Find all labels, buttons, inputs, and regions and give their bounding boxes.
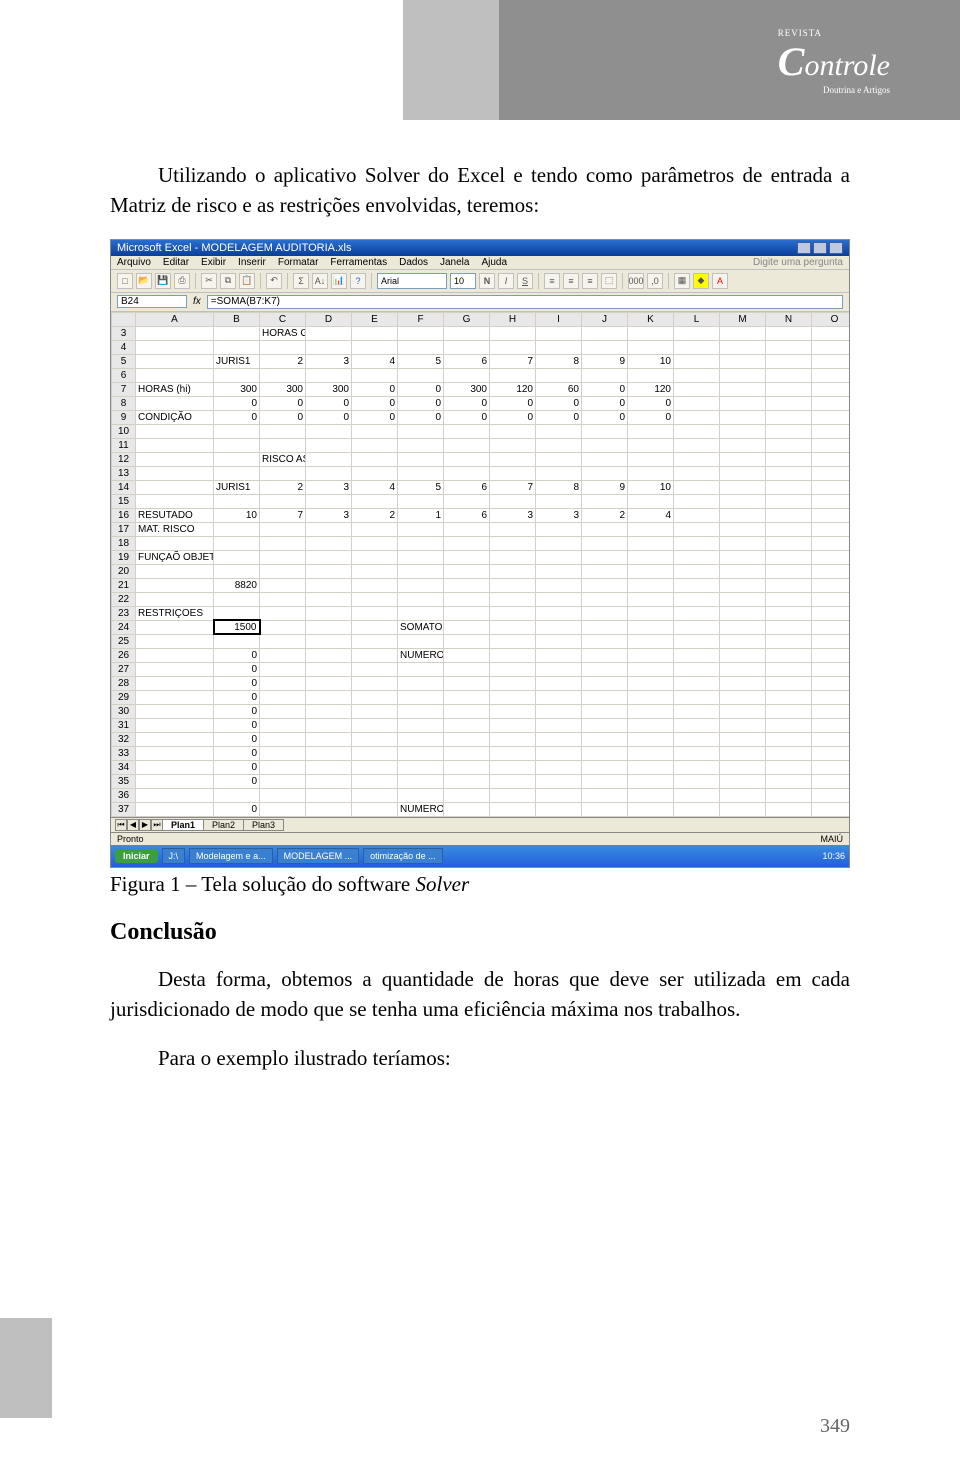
status-bar: Pronto MAIÚ bbox=[111, 832, 849, 845]
taskbar-item[interactable]: Modelagem e a... bbox=[189, 848, 273, 864]
window-buttons bbox=[797, 242, 843, 254]
menu-ferramentas[interactable]: Ferramentas bbox=[330, 257, 387, 268]
align-center-icon[interactable]: ≡ bbox=[563, 273, 579, 289]
excel-toolbar: □ 📂 💾 ⎙ ✂ ⧉ 📋 ↶ Σ A↓ 📊 ? Arial 10 N I S … bbox=[111, 270, 849, 293]
menu-arquivo[interactable]: Arquivo bbox=[117, 257, 151, 268]
menu-inserir[interactable]: Inserir bbox=[238, 257, 266, 268]
page-number: 349 bbox=[820, 1415, 850, 1438]
tab-nav-next-icon[interactable]: ▶ bbox=[139, 819, 151, 831]
tab-nav-first-icon[interactable]: ⏮ bbox=[115, 819, 127, 831]
excel-title: Microsoft Excel - MODELAGEM AUDITORIA.xl… bbox=[117, 242, 352, 254]
logo-main: Controle bbox=[778, 38, 890, 85]
windows-taskbar: Iniciar J:\ Modelagem e a... MODELAGEM .… bbox=[111, 845, 849, 867]
header-band: REVISTA Controle Doutrina e Artigos bbox=[0, 0, 960, 120]
tab-nav-prev-icon[interactable]: ◀ bbox=[127, 819, 139, 831]
inc-dec-icon[interactable]: ,0 bbox=[647, 273, 663, 289]
paragraph-conclusion-2: Para o exemplo ilustrado teríamos: bbox=[110, 1043, 850, 1073]
fontcolor-icon[interactable]: A bbox=[712, 273, 728, 289]
bold-icon[interactable]: N bbox=[479, 273, 495, 289]
ask-box[interactable]: Digite uma pergunta bbox=[753, 257, 843, 268]
align-right-icon[interactable]: ≡ bbox=[582, 273, 598, 289]
fx-icon[interactable]: fx bbox=[193, 296, 201, 307]
logo-rev: REVISTA bbox=[778, 28, 890, 38]
minimize-icon[interactable] bbox=[797, 242, 811, 254]
sheet-tab-plan2[interactable]: Plan2 bbox=[203, 819, 244, 831]
taskbar-item[interactable]: J:\ bbox=[162, 848, 186, 864]
cut-icon[interactable]: ✂ bbox=[201, 273, 217, 289]
save-icon[interactable]: 💾 bbox=[155, 273, 171, 289]
sum-icon[interactable]: Σ bbox=[293, 273, 309, 289]
excel-menubar: Arquivo Editar Exibir Inserir Formatar F… bbox=[111, 256, 849, 270]
currency-icon[interactable]: 000 bbox=[628, 273, 644, 289]
border-icon[interactable]: ▦ bbox=[674, 273, 690, 289]
sort-icon[interactable]: A↓ bbox=[312, 273, 328, 289]
taskbar-item[interactable]: otimização de ... bbox=[363, 848, 443, 864]
undo-icon[interactable]: ↶ bbox=[266, 273, 282, 289]
merge-icon[interactable]: ⬚ bbox=[601, 273, 617, 289]
chart-icon[interactable]: 📊 bbox=[331, 273, 347, 289]
fill-icon[interactable]: ◆ bbox=[693, 273, 709, 289]
figure-caption: Figura 1 – Tela solução do software Solv… bbox=[110, 872, 850, 897]
page-content: Utilizando o aplicativo Solver do Excel … bbox=[110, 160, 850, 1091]
menu-exibir[interactable]: Exibir bbox=[201, 257, 226, 268]
menu-dados[interactable]: Dados bbox=[399, 257, 428, 268]
underline-icon[interactable]: S bbox=[517, 273, 533, 289]
align-left-icon[interactable]: ≡ bbox=[544, 273, 560, 289]
excel-screenshot: Microsoft Excel - MODELAGEM AUDITORIA.xl… bbox=[110, 239, 850, 868]
taskbar-item[interactable]: MODELAGEM ... bbox=[277, 848, 360, 864]
formula-bar: B24 fx =SOMA(B7:K7) bbox=[111, 293, 849, 312]
name-box[interactable]: B24 bbox=[117, 295, 187, 308]
status-left: Pronto bbox=[117, 834, 144, 844]
paragraph-conclusion-1: Desta forma, obtemos a quantidade de hor… bbox=[110, 964, 850, 1025]
print-icon[interactable]: ⎙ bbox=[174, 273, 190, 289]
menu-ajuda[interactable]: Ajuda bbox=[481, 257, 507, 268]
heading-conclusao: Conclusão bbox=[110, 919, 850, 946]
open-icon[interactable]: 📂 bbox=[136, 273, 152, 289]
menu-formatar[interactable]: Formatar bbox=[278, 257, 319, 268]
menu-janela[interactable]: Janela bbox=[440, 257, 469, 268]
menu-editar[interactable]: Editar bbox=[163, 257, 189, 268]
copy-icon[interactable]: ⧉ bbox=[220, 273, 236, 289]
help-icon[interactable]: ? bbox=[350, 273, 366, 289]
sheet-tabs: ⏮ ◀ ▶ ⏭ Plan1 Plan2 Plan3 bbox=[111, 817, 849, 832]
italic-icon[interactable]: I bbox=[498, 273, 514, 289]
formula-input[interactable]: =SOMA(B7:K7) bbox=[207, 295, 843, 309]
logo-sub: Doutrina e Artigos bbox=[778, 85, 890, 95]
status-right: MAIÚ bbox=[821, 834, 844, 844]
paste-icon[interactable]: 📋 bbox=[239, 273, 255, 289]
logo: REVISTA Controle Doutrina e Artigos bbox=[778, 28, 890, 95]
spreadsheet-grid[interactable]: ABCDEFGHIJKLMNO3HORAS GASTAS EM AUDITORI… bbox=[111, 312, 849, 817]
start-button[interactable]: Iniciar bbox=[115, 849, 158, 863]
excel-titlebar: Microsoft Excel - MODELAGEM AUDITORIA.xl… bbox=[111, 240, 849, 256]
fontsize-selector[interactable]: 10 bbox=[450, 273, 476, 289]
paragraph-intro: Utilizando o aplicativo Solver do Excel … bbox=[110, 160, 850, 221]
system-tray-time: 10:36 bbox=[822, 851, 845, 861]
sheet-tab-plan1[interactable]: Plan1 bbox=[162, 819, 204, 831]
new-icon[interactable]: □ bbox=[117, 273, 133, 289]
page-notch bbox=[0, 1318, 52, 1418]
font-selector[interactable]: Arial bbox=[377, 273, 447, 289]
sheet-tab-plan3[interactable]: Plan3 bbox=[243, 819, 284, 831]
close-icon[interactable] bbox=[829, 242, 843, 254]
maximize-icon[interactable] bbox=[813, 242, 827, 254]
